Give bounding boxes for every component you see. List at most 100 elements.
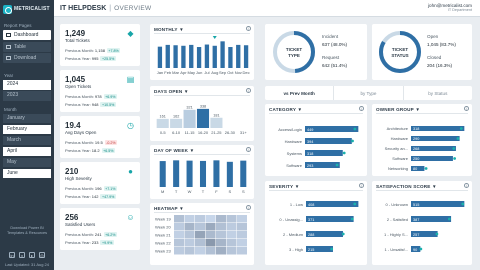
heatmap-cell[interactable] xyxy=(226,247,237,255)
year-2023[interactable]: 2023 xyxy=(3,91,51,101)
heatmap-cell[interactable] xyxy=(195,215,205,223)
comparison-tabs: vs Prev Month by Type by Status xyxy=(265,86,472,100)
heatmap-cell[interactable] xyxy=(195,247,205,255)
page-table[interactable]: Table xyxy=(3,41,51,52)
month-label: January xyxy=(7,114,25,121)
bar-mar-2[interactable] xyxy=(173,45,178,68)
heatmap-cell[interactable] xyxy=(216,247,226,255)
heatmap-cell[interactable] xyxy=(195,231,205,239)
heatmap-cell[interactable] xyxy=(226,239,237,247)
heatmap-cell[interactable] xyxy=(184,247,195,255)
bar-11-15-2[interactable] xyxy=(183,109,196,128)
month-may[interactable]: May xyxy=(3,157,51,167)
linkedin-icon[interactable]: in xyxy=(9,252,15,258)
heatmap-cell[interactable] xyxy=(174,239,184,247)
tab-vs-prev-month[interactable]: vs Prev Month xyxy=(265,86,335,100)
category-label: 1 - Low xyxy=(290,202,303,207)
heatmap-cell[interactable] xyxy=(216,239,226,247)
prev-period-marker xyxy=(353,202,357,206)
month-february[interactable]: February xyxy=(3,124,51,134)
bar-oct-9[interactable] xyxy=(228,47,233,68)
bar-s-6[interactable] xyxy=(240,160,247,187)
kpi-value: 1,249 xyxy=(65,29,86,38)
prev-month-value: 19.5 xyxy=(94,140,103,145)
bar-16-20-3[interactable] xyxy=(196,108,210,128)
bar-0-5-0[interactable] xyxy=(156,118,169,128)
heatmap-cell[interactable] xyxy=(237,223,247,231)
page-label: Download xyxy=(14,55,37,61)
bar-jan-0[interactable] xyxy=(157,46,163,68)
user-info[interactable]: john@metricalist.com IT Department xyxy=(428,3,472,12)
month-june[interactable]: June xyxy=(3,168,51,178)
heatmap-cell[interactable] xyxy=(226,215,237,223)
bar-m-0[interactable] xyxy=(159,161,166,187)
month-march[interactable]: March xyxy=(3,135,51,145)
bar-aug-7[interactable] xyxy=(212,45,217,68)
bar-21-25-4[interactable] xyxy=(210,117,223,128)
bar-nov-10[interactable] xyxy=(236,44,241,68)
data-label: 338 xyxy=(200,104,206,108)
heatmap-cell[interactable] xyxy=(237,239,247,247)
heatmap-cell[interactable] xyxy=(205,215,216,223)
heatmap-cell[interactable] xyxy=(205,247,216,255)
category-label: Software xyxy=(392,156,409,161)
heatmap-cell[interactable] xyxy=(205,231,216,239)
tab-label: vs Prev Month xyxy=(283,90,315,96)
bar-6-10-1[interactable] xyxy=(170,118,183,128)
x-icon[interactable]: x xyxy=(19,252,25,258)
data-label: 181 xyxy=(213,113,219,117)
heatmap-cell[interactable] xyxy=(184,215,195,223)
heatmap-cell[interactable] xyxy=(237,231,247,239)
logo-text: METRICALIST xyxy=(14,6,50,12)
bar-jul-6[interactable] xyxy=(204,44,210,68)
prev-month-change-badge: +6.9% xyxy=(103,94,117,99)
bar-dec-11[interactable] xyxy=(243,45,249,68)
heatmap-cell[interactable] xyxy=(195,239,205,247)
heatmap-cell[interactable] xyxy=(184,231,195,239)
heatmap-cell[interactable] xyxy=(226,223,237,231)
kpi-value: 1,045 xyxy=(65,75,86,84)
bar-may-4[interactable] xyxy=(189,44,194,68)
heatmap-cell[interactable] xyxy=(174,247,184,255)
bar-f-4[interactable] xyxy=(213,160,220,187)
heatmap-chart: Week 19 Week 20 Week 21 Week 22 Week 23 xyxy=(155,215,247,255)
heatmap-cell[interactable] xyxy=(195,223,205,231)
month-april[interactable]: April xyxy=(3,146,51,156)
heatmap-cell[interactable] xyxy=(237,247,247,255)
bar-jun-5[interactable] xyxy=(196,47,202,68)
heatmap-cell[interactable] xyxy=(174,223,184,231)
prev-month-value: 241 xyxy=(94,232,102,237)
youtube-icon[interactable]: ▸ xyxy=(29,252,35,258)
heatmap-panel: HEATMAP ▼ i Week 19 Week 20 Week 21 Week 22… xyxy=(150,203,254,265)
page-dashboard[interactable]: Dashboard xyxy=(3,30,51,40)
download-templates-link[interactable]: Download Power BI Templates & Resources xyxy=(0,226,54,236)
heatmap-cell[interactable] xyxy=(205,223,216,231)
heatmap-cell[interactable] xyxy=(216,215,226,223)
heatmap-cell[interactable] xyxy=(174,231,184,239)
bar-w-2[interactable] xyxy=(186,160,193,187)
heatmap-cell[interactable] xyxy=(237,215,247,223)
page-icon xyxy=(6,44,11,49)
year-label: 2024 xyxy=(7,81,19,87)
heatmap-cell[interactable] xyxy=(205,239,216,247)
tab-by-type[interactable]: by Type xyxy=(334,86,404,100)
heatmap-cell[interactable] xyxy=(184,223,195,231)
bar-feb-1[interactable] xyxy=(165,44,170,68)
heatmap-cell[interactable] xyxy=(174,215,184,223)
heatmap-cell[interactable] xyxy=(216,223,226,231)
tab-by-status[interactable]: by Status xyxy=(404,86,472,100)
bar-s-5[interactable] xyxy=(226,161,233,187)
heatmap-cell[interactable] xyxy=(184,239,195,247)
heatmap-cell[interactable] xyxy=(226,231,237,239)
bar-sep-8[interactable] xyxy=(220,41,225,68)
heatmap-cell[interactable] xyxy=(216,231,226,239)
page-download[interactable]: Download xyxy=(3,53,51,63)
bar-apr-3[interactable] xyxy=(181,45,186,68)
prev-year-value: 995 xyxy=(91,56,99,61)
month-january[interactable]: January xyxy=(3,113,51,123)
globe-icon[interactable]: ◎ xyxy=(39,252,45,258)
sidebar: METRICALIST Report Pages Dashboard Table D… xyxy=(0,0,54,270)
bar-t-3[interactable] xyxy=(199,160,207,187)
year-2024[interactable]: 2024 xyxy=(3,80,51,90)
bar-t-1[interactable] xyxy=(173,160,180,187)
